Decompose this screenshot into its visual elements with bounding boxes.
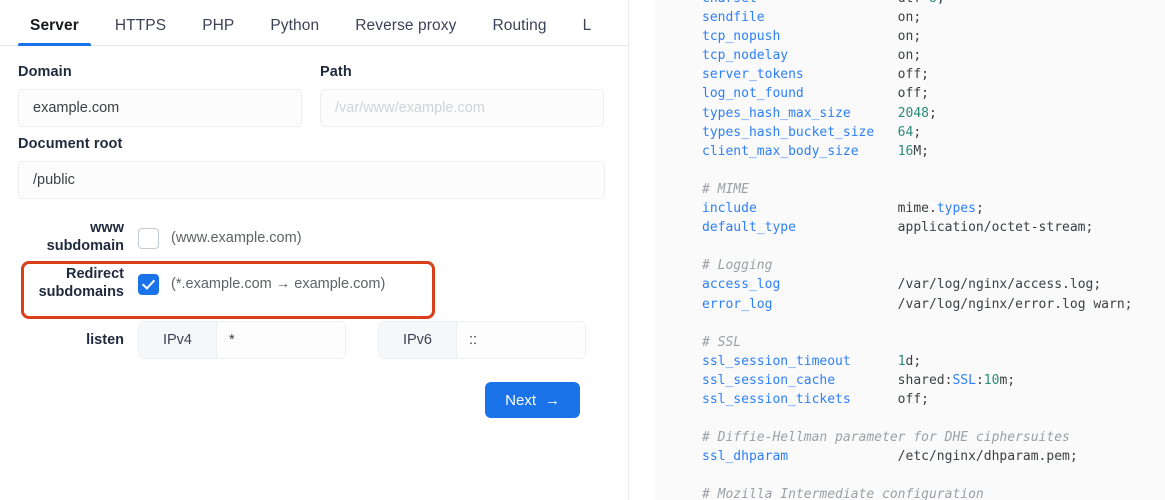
www-subdomain-row[interactable]: www subdomain (www.example.com) [18, 215, 604, 261]
code-line: ssl_session_cache shared:SSL:10m; [702, 372, 1016, 388]
tab-label: Reverse proxy [355, 16, 457, 34]
domain-path-row: Domain Path [18, 64, 604, 127]
path-label: Path [320, 64, 352, 80]
listen-ipv6-input[interactable] [457, 322, 585, 358]
code-line: log_not_found off; [702, 86, 929, 102]
code-line: server_tokens off; [702, 67, 929, 83]
tab-server[interactable]: Server [12, 16, 97, 46]
tab-label: L [582, 16, 592, 34]
code-line: types_hash_max_size 2048; [702, 105, 937, 121]
code-line: tcp_nopush on; [702, 29, 922, 45]
tab-label: Server [30, 16, 79, 34]
tab-python[interactable]: Python [252, 16, 337, 46]
redirect-subdomains-highlight-wrap: Redirect subdomains (*.example.com → exa… [18, 261, 604, 319]
arrow-right-icon: → [545, 391, 560, 409]
next-button-label: Next [505, 391, 536, 409]
tab-routing[interactable]: Routing [474, 16, 564, 46]
redirect-subdomains-checkbox[interactable] [138, 273, 159, 295]
redirect-subdomains-label: Redirect subdomains [20, 266, 138, 301]
code-line: ssl_session_tickets off; [702, 391, 929, 407]
domain-input[interactable] [18, 89, 302, 127]
www-subdomain-checkbox[interactable] [138, 227, 159, 249]
redirect-subdomains-row[interactable]: Redirect subdomains (*.example.com → exa… [18, 261, 604, 307]
code-line: access_log /var/log/nginx/access.log; [702, 277, 1102, 293]
code-line: charset utf-8; [702, 0, 1165, 8]
nginx-config-preview-panel[interactable]: charset utf-8; sendfile on; tcp_nopush on;… [629, 0, 1165, 500]
listen-ipv4-prefix: IPv4 [139, 322, 217, 358]
listen-ipv4-group: IPv4 [138, 321, 346, 359]
tab-https[interactable]: HTTPS [97, 16, 184, 46]
code-line: tcp_nodelay on; [702, 48, 922, 64]
form-footer: Next → [18, 382, 604, 418]
nginx-config-code: charset utf-8; sendfile on; tcp_nopush on;… [702, 0, 1165, 500]
listen-ipv6-prefix: IPv6 [379, 322, 457, 358]
code-line: error_log /var/log/nginx/error.log warn; [702, 296, 1133, 312]
tab-php[interactable]: PHP [184, 16, 252, 46]
www-subdomain-hint: (www.example.com) [171, 230, 302, 246]
www-subdomain-label: www subdomain [20, 220, 138, 255]
tab-reverse-proxy[interactable]: Reverse proxy [337, 16, 474, 46]
code-line: default_type application/octet-stream; [702, 220, 1094, 236]
code-line: sendfile on; [702, 10, 922, 26]
code-line: # SSL [702, 334, 742, 350]
redirect-subdomains-label-line1: Redirect [65, 266, 124, 283]
listen-ipv4-input[interactable] [217, 322, 345, 358]
code-line: ssl_dhparam /etc/nginx/dhparam.pem; [702, 449, 1078, 465]
app-screen: Server HTTPS PHP Python Reverse proxy Ro… [0, 0, 1165, 500]
path-field-group: Path [320, 64, 604, 127]
document-root-input[interactable] [18, 161, 605, 199]
tab-logging[interactable]: L [565, 16, 610, 46]
redirect-subdomains-hint: (*.example.com → example.com) [171, 276, 386, 292]
tab-label: Routing [492, 16, 547, 34]
code-line: client_max_body_size 16M; [702, 143, 929, 159]
code-line: # Mozilla Intermediate configuration [702, 487, 984, 500]
server-config-form-panel: Server HTTPS PHP Python Reverse proxy Ro… [0, 0, 628, 500]
checkbox-section: www subdomain (www.example.com) Redirect… [18, 215, 604, 319]
config-tab-bar: Server HTTPS PHP Python Reverse proxy Ro… [0, 0, 628, 46]
redirect-subdomains-label-line2: subdomains [38, 284, 124, 300]
code-line: # Logging [702, 258, 773, 274]
code-line: ssl_session_timeout 1d; [702, 353, 922, 369]
tab-label: PHP [202, 16, 235, 34]
listen-label: listen [86, 332, 124, 348]
form-body: Domain Path Document root www subdomain [0, 46, 628, 418]
domain-label: Domain [18, 64, 72, 80]
next-button[interactable]: Next → [485, 382, 580, 418]
code-line: include mime.types; [702, 201, 984, 217]
document-root-label: Document root [18, 136, 123, 152]
code-line: types_hash_bucket_size 64; [702, 124, 922, 140]
listen-ipv6-group: IPv6 [378, 321, 586, 359]
path-input[interactable] [320, 89, 604, 127]
code-line: # MIME [702, 181, 749, 197]
www-subdomain-label-line1: www [90, 220, 124, 237]
document-root-field-group: Document root [18, 136, 605, 199]
tab-label: Python [270, 16, 320, 34]
code-line: # Diffie-Hellman parameter for DHE ciphe… [702, 430, 1070, 446]
www-subdomain-label-line2: subdomain [46, 238, 124, 254]
domain-field-group: Domain [18, 64, 302, 127]
tab-label: HTTPS [114, 16, 167, 34]
listen-row: listen IPv4 IPv6 [18, 321, 604, 359]
